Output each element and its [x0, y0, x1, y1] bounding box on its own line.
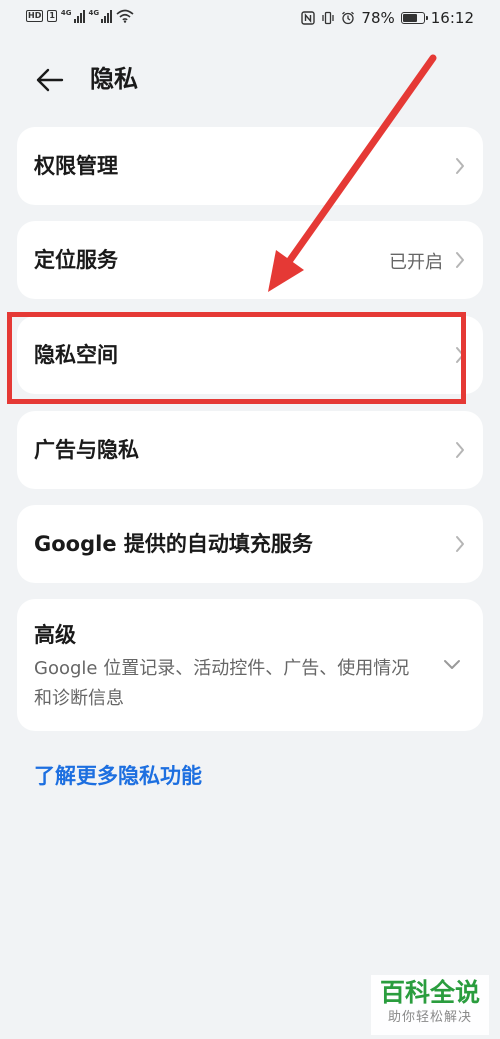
wifi-icon [116, 9, 134, 23]
advanced-item[interactable]: 高级 Google 位置记录、活动控件、广告、使用情况和诊断信息 [17, 599, 483, 731]
chevron-right-icon [456, 252, 464, 268]
advanced-label: 高级 [34, 623, 76, 647]
page-header: 隐私 [0, 52, 500, 108]
vibrate-icon [322, 11, 335, 25]
learn-more-privacy-link[interactable]: 了解更多隐私功能 [34, 760, 202, 790]
ads-privacy-item[interactable]: 广告与隐私 [17, 411, 483, 489]
battery-icon [400, 12, 428, 24]
status-right: 78% 16:12 [301, 9, 474, 27]
google-autofill-item[interactable]: Google 提供的自动填充服务 [17, 505, 483, 583]
signal-2-icon: 4G [89, 9, 113, 23]
location-service-status: 已开启 [389, 252, 443, 273]
battery-percent: 78% [361, 9, 395, 27]
network-type-2: 4G [88, 9, 100, 17]
signal-1-icon: 4G [61, 9, 85, 23]
chevron-right-icon [456, 536, 464, 552]
google-autofill-label: Google 提供的自动填充服务 [34, 532, 313, 556]
status-time: 16:12 [430, 9, 474, 27]
alarm-icon [342, 11, 355, 25]
page-title: 隐私 [90, 65, 138, 93]
watermark-title: 百科全说 [379, 978, 480, 1007]
chevron-right-icon [456, 158, 464, 174]
watermark-subtitle: 助你轻松解决 [387, 1010, 472, 1025]
highlight-annotation-box [7, 312, 466, 404]
chevron-down-icon [444, 660, 460, 669]
status-left: HD 1 4G 4G [26, 9, 134, 23]
network-type-1: 4G [60, 9, 72, 17]
hd-badge: HD [26, 10, 44, 22]
nfc-icon [301, 11, 316, 25]
ads-privacy-label: 广告与隐私 [34, 438, 139, 462]
advanced-subtitle: Google 位置记录、活动控件、广告、使用情况和诊断信息 [34, 658, 410, 709]
chevron-right-icon [456, 442, 464, 458]
sim1-badge: 1 [47, 10, 57, 22]
location-service-item[interactable]: 定位服务 已开启 [17, 221, 483, 299]
back-arrow-icon[interactable] [32, 62, 68, 98]
battery-fill [402, 14, 417, 22]
status-bar: HD 1 4G 4G 78% 16:12 [0, 0, 500, 38]
watermark-logo: 百科全说 助你轻松解决 [371, 975, 489, 1035]
permissions-item[interactable]: 权限管理 [17, 127, 483, 205]
permissions-label: 权限管理 [34, 154, 118, 178]
location-service-label: 定位服务 [34, 248, 118, 272]
